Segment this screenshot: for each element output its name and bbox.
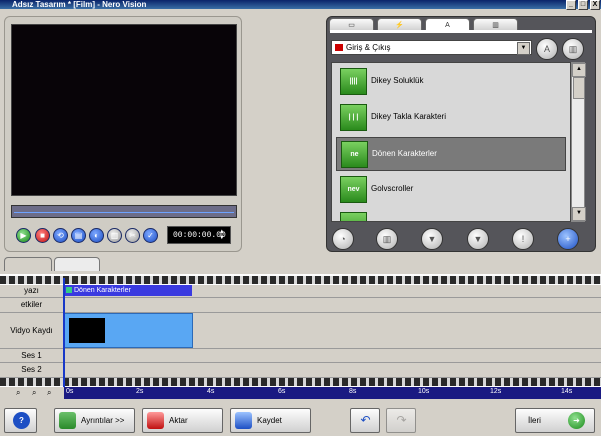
track-row-audio-2[interactable] [64,363,601,378]
effect-thumbnail: |||| [340,68,367,95]
ruler-tick: 10s [418,388,430,395]
export-label: Aktar [169,416,188,425]
minimize-button[interactable]: _ [566,0,576,10]
export-button[interactable]: Aktar [142,408,223,433]
ruler-tick: 0s [66,388,74,395]
chevron-down-icon[interactable]: ▼ [517,42,530,55]
effect-label: Dönen Karakterler [372,149,437,158]
redo-button[interactable]: ↷ [386,408,416,433]
effect-action-button-1[interactable]: ◔ [332,228,354,250]
tab-storyboard[interactable] [4,257,52,271]
play-button[interactable]: ▶ [16,228,31,243]
ruler-tick: 2s [136,388,144,395]
text-clip[interactable]: Dönen Karakterler [64,285,192,296]
category-value: Giriş & Çıkış [346,43,391,52]
scroll-down-icon[interactable]: ▼ [572,207,586,221]
cut-button[interactable]: ✂ [125,228,140,243]
effect-action-button-3[interactable]: ▼ [421,228,443,250]
ruler-tick: 6s [278,388,286,395]
time-ruler[interactable]: 0s 2s 4s 6s 8s 10s 12s 14s [64,387,601,399]
list-item[interactable] [336,209,564,221]
folder-button[interactable]: ▤ [71,228,86,243]
undo-icon: ↶ [360,413,371,427]
effect-label: Dikey Takla Karakteri [371,112,446,121]
category-icon [335,44,343,51]
arrow-right-icon: ➜ [568,412,585,429]
add-effect-button[interactable]: + [557,228,579,250]
effect-label: Golvscroller [371,184,414,193]
text-effect-button[interactable]: A [536,38,558,60]
preview-seek-bar[interactable] [11,205,237,218]
track-label-effects: etkiler [0,298,64,313]
save-label: Kaydet [257,416,282,425]
ruler-tick: 14s [561,388,573,395]
zoom-icon[interactable]: ⌕ [16,388,20,398]
save-button[interactable]: Kaydet [230,408,311,433]
list-item[interactable]: nev Golvscroller [336,173,564,205]
zoom-in-icon[interactable]: ⌕ [32,388,36,398]
film-button[interactable]: ▥ [107,228,122,243]
track-row-effects[interactable] [64,298,601,313]
effect-action-button-4[interactable]: ▼ [467,228,489,250]
next-button[interactable]: İleri ➜ [515,408,595,433]
video-clip-thumbnail [69,318,105,343]
stop-button[interactable]: ■ [35,228,50,243]
video-clip[interactable] [64,313,193,348]
effect-thumbnail: ne [341,141,368,168]
playhead[interactable] [63,278,65,387]
export-icon [147,412,164,429]
track-row-audio-1[interactable] [64,349,601,363]
tab-strip [330,30,592,33]
info-button[interactable]: ! [512,228,534,250]
track-label-audio-1: Ses 1 [0,349,64,363]
timecode-display[interactable]: 00:00:00.00 ▲ ▼ [167,226,231,244]
next-label: İleri [528,416,541,425]
timecode-value: 00:00:00.00 [173,231,226,240]
track-label-video: Vidyo Kaydı [0,313,64,349]
ruler-tick: 8s [349,388,357,395]
details-label: Ayrıntılar >> [81,416,125,425]
effect-action-button-2[interactable]: ▥ [376,228,398,250]
zoom-out-icon[interactable]: ⌕ [47,388,51,398]
media-effect-button[interactable]: ▥ [562,38,584,60]
window-title: Adsız Tasarım * [Film] - Nero Vision [12,0,147,9]
effect-label: Dikey Soluklük [371,76,424,85]
maximize-button[interactable]: □ [578,0,588,10]
title-bar: Adsız Tasarım * [Film] - Nero Vision _ □… [0,0,601,10]
track-label-audio-2: Ses 2 [0,363,64,378]
effect-thumbnail: | | | [340,104,367,131]
zoom-controls: ⌕ ⌕ ⌕ [0,387,64,399]
ruler-tick: 4s [207,388,215,395]
list-item[interactable]: ne Dönen Karakterler [336,137,566,171]
scroll-up-icon[interactable]: ▲ [572,63,586,77]
effect-thumbnail: nev [340,176,367,203]
list-item[interactable]: | | | Dikey Takla Karakteri [336,101,564,133]
ruler-tick: 12s [490,388,502,395]
text-clip-label: Dönen Karakterler [74,287,131,294]
help-icon: ? [13,412,30,429]
film-strip-top [0,276,601,284]
track-label-text: yazı [0,285,64,298]
loop-button[interactable]: ⟲ [53,228,68,243]
check-button[interactable]: ✓ [143,228,158,243]
category-dropdown[interactable]: Giriş & Çıkış ▼ [331,40,532,55]
effect-thumbnail [340,212,367,221]
list-item[interactable]: |||| Dikey Soluklük [336,65,564,97]
split-button[interactable]: ◐ [89,228,104,243]
effect-list-scrollbar[interactable]: ▲ ▼ [571,62,586,222]
text-clip-icon [66,287,72,293]
save-icon [235,412,252,429]
close-button[interactable]: X [590,0,600,10]
details-icon [59,412,76,429]
help-button[interactable]: ? [4,408,37,433]
video-preview [11,24,237,196]
details-button[interactable]: Ayrıntılar >> [54,408,135,433]
scroll-thumb[interactable] [573,77,585,99]
effect-list: |||| Dikey Soluklük | | | Dikey Takla Ka… [331,62,571,222]
film-strip-bottom [0,378,601,386]
timecode-spinner-icon[interactable]: ▲ ▼ [220,229,228,241]
redo-icon: ↷ [396,413,407,427]
tab-timeline[interactable] [54,257,100,271]
undo-button[interactable]: ↶ [350,408,380,433]
